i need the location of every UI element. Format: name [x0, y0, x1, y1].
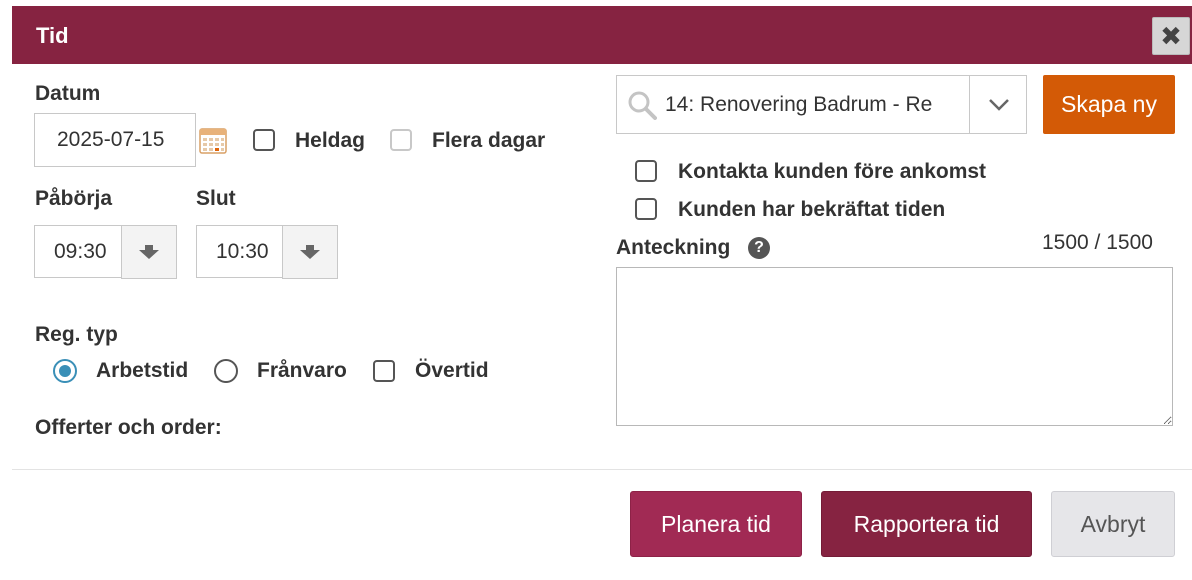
reg-type-label: Reg. typ	[35, 323, 118, 346]
report-time-button[interactable]: Rapportera tid	[821, 491, 1032, 557]
date-label: Datum	[35, 82, 101, 105]
allday-checkbox[interactable]	[253, 129, 275, 151]
overtime-label: Övertid	[415, 359, 489, 382]
customer-confirmed-checkbox[interactable]	[635, 198, 657, 220]
end-time-field: 10:30	[196, 225, 338, 279]
date-input[interactable]: 2025-07-15	[34, 113, 196, 167]
end-time-label: Slut	[196, 187, 236, 210]
start-time-field: 09:30	[34, 225, 177, 279]
note-textarea[interactable]	[616, 267, 1173, 426]
time-dialog: Tid ✖ Datum 2025-07-15 Heldag Flera daga…	[0, 0, 1192, 580]
multiday-checkbox[interactable]	[390, 129, 412, 151]
arrow-down-icon	[139, 245, 159, 259]
project-select-value: 14: Renovering Badrum - Re	[665, 93, 933, 116]
note-char-counter: 1500 / 1500	[1042, 231, 1153, 254]
note-label: Anteckning	[616, 236, 731, 259]
multiday-label: Flera dagar	[432, 129, 546, 152]
search-icon	[627, 90, 657, 120]
cancel-button[interactable]: Avbryt	[1051, 491, 1175, 557]
dialog-titlebar: Tid	[12, 6, 1192, 64]
customer-confirmed-label: Kunden har bekräftat tiden	[678, 198, 946, 221]
end-time-dropdown-button[interactable]	[282, 225, 338, 279]
create-new-button[interactable]: Skapa ny	[1043, 75, 1175, 134]
offers-label: Offerter och order:	[35, 416, 222, 439]
plan-time-button[interactable]: Planera tid	[630, 491, 802, 557]
chevron-down-icon	[988, 98, 1009, 111]
radio-arbetstid[interactable]	[53, 359, 77, 383]
project-select[interactable]: 14: Renovering Badrum - Re	[616, 75, 1027, 134]
close-button[interactable]: ✖	[1152, 17, 1190, 55]
start-time-label: Påbörja	[35, 187, 113, 210]
project-dropdown-toggle[interactable]	[969, 75, 1027, 134]
radio-label-arbetstid: Arbetstid	[96, 359, 189, 382]
contact-customer-checkbox[interactable]	[635, 160, 657, 182]
start-time-input[interactable]: 09:30	[54, 240, 107, 264]
calendar-icon[interactable]	[199, 126, 229, 156]
end-time-input[interactable]: 10:30	[216, 240, 269, 264]
contact-customer-label: Kontakta kunden före ankomst	[678, 160, 987, 183]
radio-label-franvaro: Frånvaro	[257, 359, 347, 382]
overtime-checkbox[interactable]	[373, 360, 395, 382]
help-icon[interactable]: ?	[748, 237, 770, 259]
arrow-down-icon	[300, 245, 320, 259]
dialog-title: Tid	[36, 23, 69, 48]
radio-franvaro[interactable]	[214, 359, 238, 383]
allday-label: Heldag	[295, 129, 366, 152]
footer-divider	[12, 469, 1192, 470]
start-time-dropdown-button[interactable]	[121, 225, 177, 279]
close-icon: ✖	[1160, 21, 1182, 51]
